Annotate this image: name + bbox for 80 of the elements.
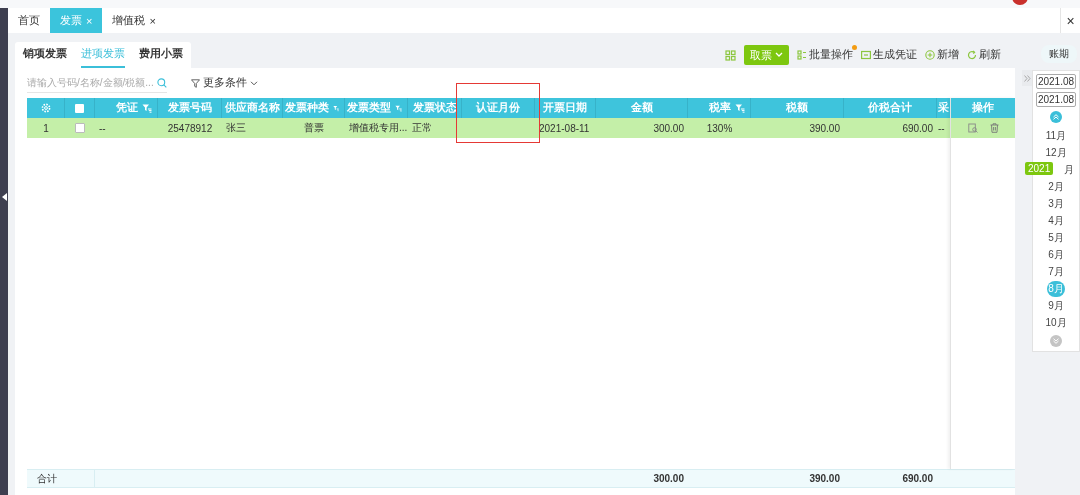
notification-dot [852,45,857,50]
page-tab[interactable]: 首页 [8,8,50,33]
month-item[interactable]: 9月 [1048,298,1064,313]
filter-icon [191,78,200,88]
totals-label: 合计 [37,471,57,486]
table-cell: 390.00 [809,122,840,134]
delete-icon[interactable] [989,123,999,133]
table-cell: -- [99,122,106,134]
month-item[interactable]: 12月 [1045,145,1067,160]
column-header: 价税合计 [868,101,912,115]
toolbar-action[interactable]: 生成凭证 [861,48,917,62]
month-item[interactable]: 月 [1064,162,1074,177]
row-checkbox[interactable] [75,123,85,133]
table-cell: -- [938,122,945,134]
column-header: 认证月份 [476,101,520,115]
select-all-checkbox[interactable] [75,103,84,113]
subtab[interactable]: 费用小票 [139,42,183,68]
month-item[interactable]: 6月 [1048,247,1064,262]
table-cell: 普票 [304,121,324,135]
table-cell: 2021-08-11 [539,122,590,134]
more-filters-button[interactable]: 更多条件 [191,76,258,90]
table-cell: 25478912 [167,122,213,134]
plus-circle-icon [925,50,935,60]
filter-icon[interactable] [395,103,402,113]
month-item[interactable]: 11月 [1045,128,1067,143]
month-item[interactable]: 5月 [1048,230,1064,245]
collapse-arrow-icon[interactable] [2,192,7,201]
filter-icon[interactable] [735,103,745,113]
month-item[interactable]: 10月 [1045,315,1067,330]
grid-icon[interactable] [725,49,736,61]
scroll-down-icon[interactable] [1050,335,1062,347]
double-chevron-icon [1023,74,1031,82]
table-cell: 增值税专用... [349,121,408,135]
scroll-up-icon[interactable] [1050,111,1062,123]
table-cell: 690.00 [902,122,933,134]
filter-icon[interactable] [142,103,152,113]
settings-icon[interactable] [40,103,51,113]
table-cell: 130% [706,122,733,134]
year-badge: 2021 [1025,162,1054,175]
page-tab[interactable]: 增值税 × [102,8,166,33]
ticket-icon [861,50,871,60]
filter-icon[interactable] [333,103,339,113]
subtab[interactable]: 销项发票 [23,42,67,68]
column-header: 发票状态 [412,101,457,115]
column-header: 发票种类 [285,101,329,115]
column-header: 发票类型 [347,101,391,115]
column-header: 操作 [972,101,994,115]
period-start-field[interactable]: 2021.08 [1035,74,1077,89]
column-header: 采 [938,101,949,115]
column-header: 税率 [709,101,731,115]
caret-icon [775,52,783,58]
search-icon[interactable] [157,77,167,88]
period-tooltip: 账期 [1041,45,1077,63]
total-value: 300.00 [653,473,684,484]
toolbar-action[interactable]: 批量操作 [797,48,853,62]
total-value: 690.00 [902,473,933,484]
table-row[interactable]: 1 -- 25478912 张三 普票 增值税专用... 正常 2021-08-11 300.00 130% 390.00 690.00 -- [27,118,951,138]
period-end-field[interactable]: 2021.08 [1035,92,1077,107]
column-header: 开票日期 [543,101,587,115]
table-cell: 300.00 [653,122,684,134]
expand-handle[interactable] [1022,70,1032,86]
column-header: 发票号码 [167,101,212,115]
row-number: 1 [43,122,49,134]
column-header: 金额 [630,101,653,115]
total-value: 390.00 [809,473,840,484]
month-item[interactable]: 3月 [1048,196,1064,211]
month-item[interactable]: 4月 [1048,213,1064,228]
table-cell: 正常 [412,121,432,135]
toolbar-action[interactable]: 新增 [925,48,959,62]
column-header: 供应商名称 [224,101,280,115]
column-header: 税额 [786,101,808,115]
list-icon [797,50,807,60]
month-item[interactable]: 2月 [1048,179,1064,194]
month-item[interactable]: 7月 [1048,264,1064,279]
table-cell: 张三 [226,121,246,135]
refresh-icon [967,50,977,60]
caret-icon [250,80,258,86]
edit-icon[interactable] [967,123,978,133]
toolbar-action[interactable]: 刷新 [967,48,1001,62]
column-header: 凭证 [116,101,138,115]
